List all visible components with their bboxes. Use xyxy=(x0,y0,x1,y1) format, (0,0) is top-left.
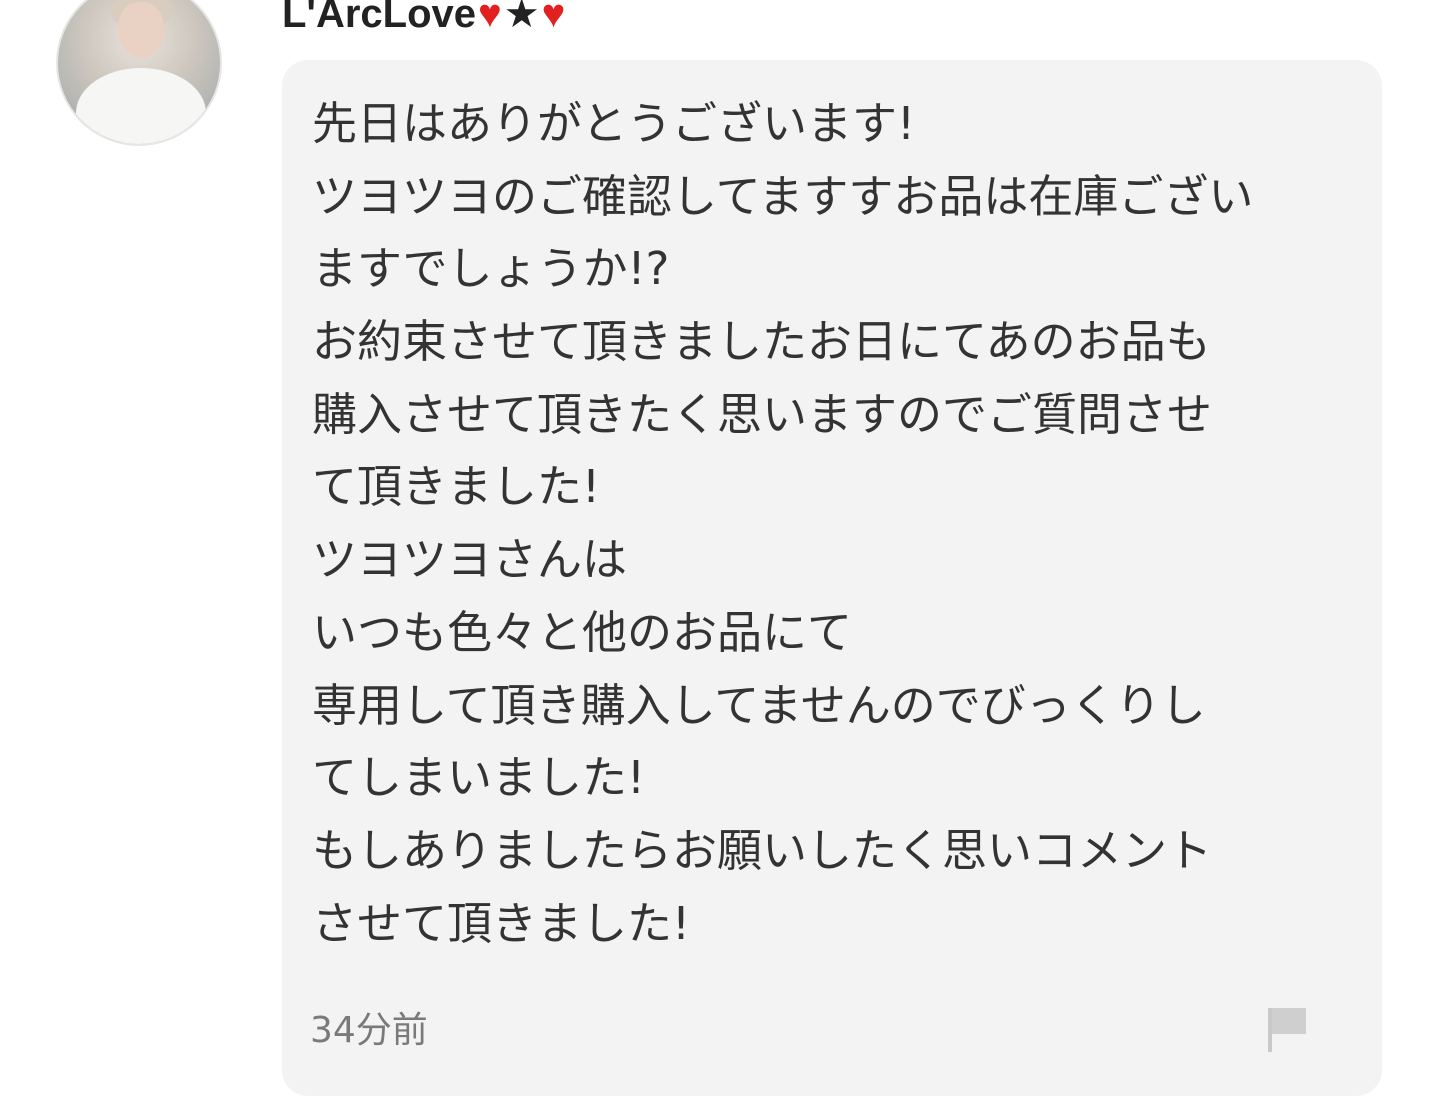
comment-screen: L'ArcLove♥★♥ 先日はありがとうございます! ツヨツヨのご確認してます… xyxy=(0,0,1440,1119)
message-line: お約束させて頂きましたお日にてあのお品も xyxy=(312,315,1211,369)
flag-icon-graphic xyxy=(1268,1008,1306,1052)
message-line: ますでしょうか!? xyxy=(312,242,670,296)
message-line: させて頂きました! xyxy=(312,896,691,950)
user-avatar[interactable] xyxy=(56,0,222,146)
message-line: てしまいました! xyxy=(312,751,646,805)
comment-message: 先日はありがとうございます! ツヨツヨのご確認してますすお品は在庫ござい ますで… xyxy=(312,88,1372,960)
message-line: もしありましたらお願いしたく思いコメント xyxy=(312,823,1213,877)
flag-icon[interactable] xyxy=(1264,1004,1312,1056)
comment-bubble: 先日はありがとうございます! ツヨツヨのご確認してますすお品は在庫ござい ますで… xyxy=(282,60,1382,1096)
message-line: て頂きました! xyxy=(312,460,601,514)
username-row[interactable]: L'ArcLove♥★♥ xyxy=(282,0,565,42)
message-line: 専用して頂き購入してませんのでびっくりし xyxy=(312,678,1206,732)
message-line: 先日はありがとうございます! xyxy=(312,97,916,150)
comment-timestamp: 34分前 xyxy=(310,1010,428,1051)
message-line: 購入させて頂きたく思いますのでご質問させ xyxy=(312,387,1213,441)
star-icon: ★ xyxy=(503,0,540,36)
avatar-face xyxy=(118,2,164,58)
heart-icon: ♥ xyxy=(541,0,566,36)
username[interactable]: L'ArcLove xyxy=(282,0,476,36)
message-line: いつも色々と他のお品にて xyxy=(312,605,853,659)
message-line: ツヨツヨさんは xyxy=(312,533,628,587)
avatar-shirt xyxy=(76,68,206,144)
heart-icon: ♥ xyxy=(478,0,502,36)
message-line: ツヨツヨのご確認してますすお品は在庫ござい xyxy=(312,169,1254,223)
